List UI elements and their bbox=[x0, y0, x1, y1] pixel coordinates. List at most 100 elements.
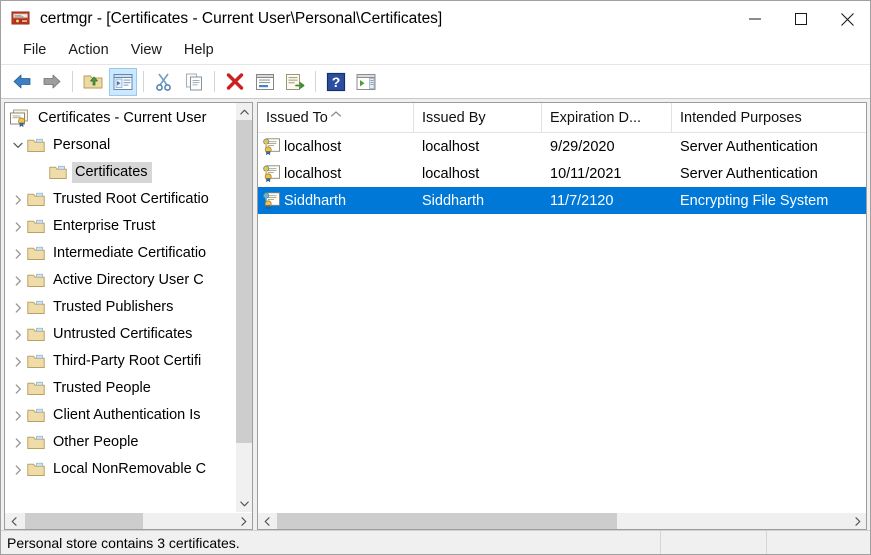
tree-item-trusted-publishers[interactable]: Trusted Publishers bbox=[5, 294, 235, 321]
status-divider bbox=[766, 531, 767, 554]
folder-icon bbox=[27, 219, 45, 234]
chevron-right-icon[interactable] bbox=[9, 294, 27, 321]
tree-horizontal-scrollbar[interactable] bbox=[5, 512, 252, 529]
tree-item-third-party-root-certifi[interactable]: Third-Party Root Certifi bbox=[5, 348, 235, 375]
folder-icon bbox=[27, 462, 45, 477]
certificate-row[interactable]: localhost localhost 9/29/2020 Server Authen… bbox=[258, 133, 866, 160]
cell-issued-by: Siddharth bbox=[414, 193, 542, 209]
menu-help[interactable]: Help bbox=[173, 40, 225, 61]
tree-item-label: Active Directory User C bbox=[53, 272, 204, 288]
tree-item-label: Untrusted Certificates bbox=[53, 326, 193, 342]
column-header-expiration-d[interactable]: Expiration D... bbox=[542, 103, 672, 132]
toolbar: ? bbox=[1, 65, 870, 99]
cell-text: localhost bbox=[284, 165, 342, 182]
chevron-right-icon[interactable] bbox=[9, 321, 27, 348]
cell-intended-purposes: Encrypting File System bbox=[672, 193, 866, 209]
tree-item-trusted-people[interactable]: Trusted People bbox=[5, 375, 235, 402]
up-folder-icon[interactable] bbox=[79, 68, 107, 96]
cell-intended-purposes: Server Authentication bbox=[672, 166, 866, 182]
list-hscroll-track[interactable] bbox=[275, 513, 849, 529]
tree-item-local-nonremovable-c[interactable]: Local NonRemovable C bbox=[5, 456, 235, 483]
certificate-row[interactable]: Siddharth Siddharth 11/7/2120 Encrypting Fi… bbox=[258, 187, 866, 214]
svg-text:?: ? bbox=[332, 74, 341, 90]
tree-item-label: Trusted Publishers bbox=[53, 299, 174, 315]
tree-item-label: Trusted People bbox=[53, 380, 151, 396]
toolbar-separator bbox=[214, 71, 215, 92]
column-header-issued-to[interactable]: Issued To bbox=[258, 103, 414, 132]
chevron-right-icon[interactable] bbox=[9, 348, 27, 375]
help-question-icon[interactable]: ? bbox=[322, 68, 350, 96]
tree-item-personal[interactable]: Personal bbox=[5, 132, 235, 159]
twisty-placeholder bbox=[31, 159, 49, 186]
cell-text: 11/7/2120 bbox=[550, 192, 614, 209]
column-header-intended-purposes[interactable]: Intended Purposes bbox=[672, 103, 866, 132]
folder-icon bbox=[27, 246, 45, 261]
menu-view[interactable]: View bbox=[120, 40, 173, 61]
menu-file[interactable]: File bbox=[12, 40, 57, 61]
tree-vertical-scrollbar[interactable] bbox=[235, 103, 252, 512]
list-hscroll-thumb[interactable] bbox=[277, 513, 617, 529]
export-list-icon[interactable] bbox=[281, 68, 309, 96]
folder-icon bbox=[27, 327, 45, 342]
certificate-row[interactable]: localhost localhost 10/11/2021 Server Authe… bbox=[258, 160, 866, 187]
tree-item-certificates[interactable]: Certificates bbox=[5, 159, 235, 186]
tree-item-list: Personal Certificates Trusted Root Certifi… bbox=[5, 132, 235, 483]
tree-item-intermediate-certificatio[interactable]: Intermediate Certificatio bbox=[5, 240, 235, 267]
tree-scroll-area[interactable]: Certificates - Current User Personal Cert… bbox=[5, 103, 235, 512]
tree-item-label: Personal bbox=[53, 137, 111, 153]
chevron-down-icon[interactable] bbox=[9, 132, 27, 159]
chevron-right-icon[interactable] bbox=[9, 456, 27, 483]
menu-action[interactable]: Action bbox=[57, 40, 119, 61]
tree-item-label: Certificates bbox=[72, 162, 152, 183]
chevron-right-icon[interactable] bbox=[9, 429, 27, 456]
certificate-store-icon bbox=[9, 109, 30, 128]
scroll-left-arrow-icon[interactable] bbox=[258, 513, 275, 529]
tree-vscroll-thumb[interactable] bbox=[236, 120, 252, 443]
tree-item-active-directory-user-c[interactable]: Active Directory User C bbox=[5, 267, 235, 294]
chevron-right-icon[interactable] bbox=[9, 240, 27, 267]
list-horizontal-scrollbar[interactable] bbox=[258, 512, 866, 529]
tree-item-other-people[interactable]: Other People bbox=[5, 429, 235, 456]
console-tree-pane: Certificates - Current User Personal Cert… bbox=[4, 102, 253, 530]
scroll-up-arrow-icon[interactable] bbox=[236, 103, 252, 120]
chevron-right-icon[interactable] bbox=[9, 267, 27, 294]
cell-text: localhost bbox=[422, 165, 480, 182]
certificates-list-pane: Issued To Issued By Expiration D... Intende… bbox=[257, 102, 867, 530]
scroll-down-arrow-icon[interactable] bbox=[236, 495, 252, 512]
column-header-issued-by[interactable]: Issued By bbox=[414, 103, 542, 132]
copy-pages-icon[interactable] bbox=[180, 68, 208, 96]
tree-item-client-authentication-is[interactable]: Client Authentication Is bbox=[5, 402, 235, 429]
tree-hscroll-track[interactable] bbox=[22, 513, 235, 529]
chevron-right-icon[interactable] bbox=[9, 213, 27, 240]
tree-item-enterprise-trust[interactable]: Enterprise Trust bbox=[5, 213, 235, 240]
tree-root-item[interactable]: Certificates - Current User bbox=[5, 105, 235, 132]
minimize-button[interactable] bbox=[732, 1, 778, 37]
tree-item-trusted-root-certificatio[interactable]: Trusted Root Certificatio bbox=[5, 186, 235, 213]
chevron-right-icon[interactable] bbox=[9, 375, 27, 402]
cell-expiration-date: 9/29/2020 bbox=[542, 139, 672, 155]
maximize-button[interactable] bbox=[778, 1, 824, 37]
close-button[interactable] bbox=[824, 1, 870, 37]
scroll-left-arrow-icon[interactable] bbox=[5, 513, 22, 529]
back-arrow-icon[interactable] bbox=[8, 68, 36, 96]
cell-issued-by: localhost bbox=[414, 139, 542, 155]
tree-vscroll-track[interactable] bbox=[236, 120, 252, 495]
delete-red-x-icon[interactable] bbox=[221, 68, 249, 96]
forward-arrow-icon[interactable] bbox=[38, 68, 66, 96]
cell-issued-by: localhost bbox=[414, 166, 542, 182]
chevron-right-icon[interactable] bbox=[9, 186, 27, 213]
tree-item-untrusted-certificates[interactable]: Untrusted Certificates bbox=[5, 321, 235, 348]
column-header-label: Issued To bbox=[266, 109, 328, 126]
cut-scissors-icon[interactable] bbox=[150, 68, 178, 96]
scroll-right-arrow-icon[interactable] bbox=[849, 513, 866, 529]
cell-issued-to: Siddharth bbox=[258, 192, 414, 209]
scroll-right-arrow-icon[interactable] bbox=[235, 513, 252, 529]
properties-icon[interactable] bbox=[251, 68, 279, 96]
cell-text: Server Authentication bbox=[680, 138, 818, 155]
show-action-pane-icon[interactable] bbox=[352, 68, 380, 96]
folder-icon bbox=[27, 408, 45, 423]
show-hide-console-tree-icon[interactable] bbox=[109, 67, 137, 96]
sort-ascending-icon bbox=[330, 105, 341, 121]
tree-hscroll-thumb[interactable] bbox=[25, 513, 143, 529]
chevron-right-icon[interactable] bbox=[9, 402, 27, 429]
